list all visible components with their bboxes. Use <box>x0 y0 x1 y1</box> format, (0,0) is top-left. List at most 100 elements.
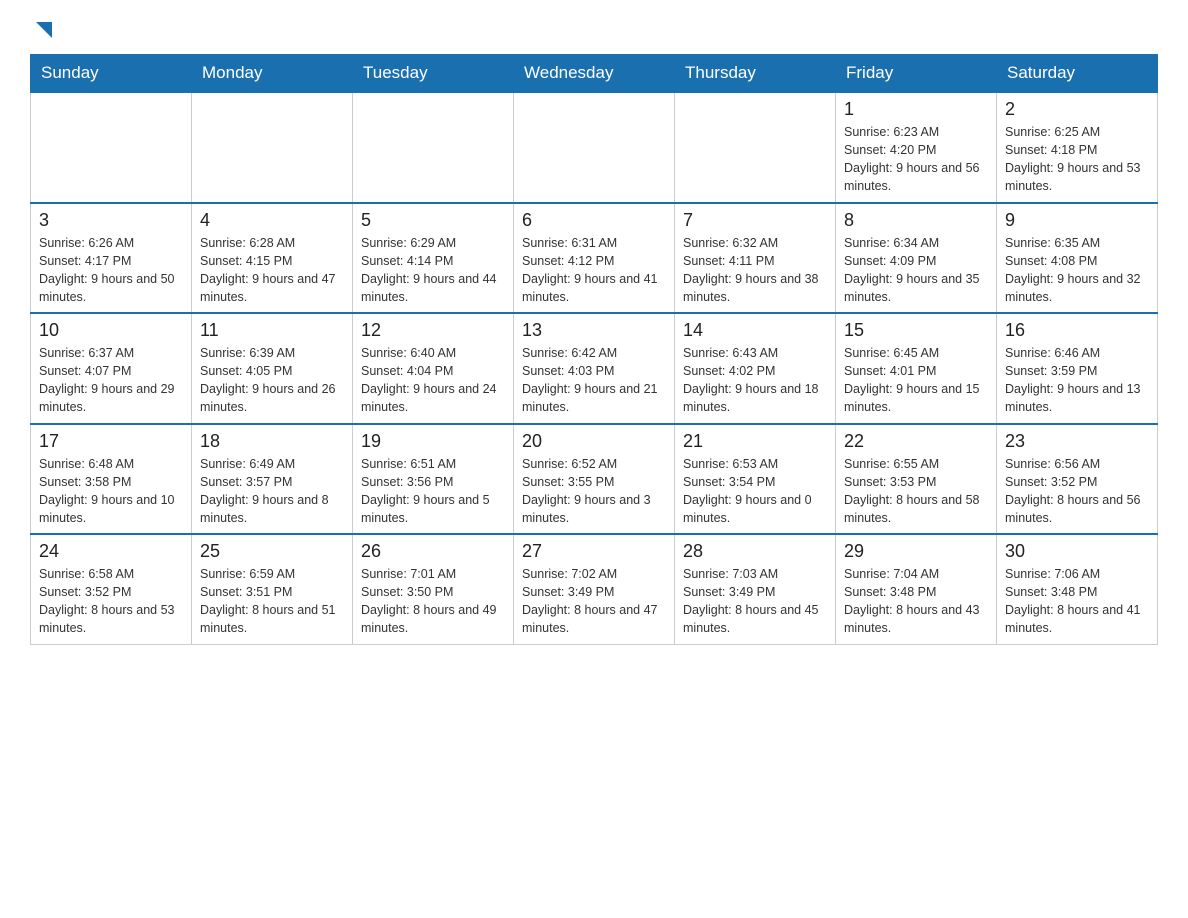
day-info: Sunrise: 6:29 AM Sunset: 4:14 PM Dayligh… <box>361 234 505 307</box>
calendar-day-cell: 19 Sunrise: 6:51 AM Sunset: 3:56 PM Dayli… <box>353 424 514 535</box>
day-info: Sunrise: 6:42 AM Sunset: 4:03 PM Dayligh… <box>522 344 666 417</box>
day-number: 13 <box>522 320 666 341</box>
logo-area <box>30 20 54 36</box>
calendar-day-cell: 13 Sunrise: 6:42 AM Sunset: 4:03 PM Dayli… <box>514 313 675 424</box>
day-number: 17 <box>39 431 183 452</box>
calendar-day-cell: 12Sunrise: 6:40 AM Sunset: 4:04 PM Dayli… <box>353 313 514 424</box>
day-number: 7 <box>683 210 827 231</box>
calendar-day-cell: 2 Sunrise: 6:25 AM Sunset: 4:18 PM Daylig… <box>997 92 1158 203</box>
header-saturday: Saturday <box>997 55 1158 93</box>
day-number: 9 <box>1005 210 1149 231</box>
day-number: 25 <box>200 541 344 562</box>
calendar-day-cell: 3 Sunrise: 6:26 AM Sunset: 4:17 PM Daylig… <box>31 203 192 314</box>
day-number: 2 <box>1005 99 1149 120</box>
calendar-day-cell: 11Sunrise: 6:39 AM Sunset: 4:05 PM Dayli… <box>192 313 353 424</box>
calendar-day-cell: 20Sunrise: 6:52 AM Sunset: 3:55 PM Dayli… <box>514 424 675 535</box>
day-number: 3 <box>39 210 183 231</box>
header-tuesday: Tuesday <box>353 55 514 93</box>
header-monday: Monday <box>192 55 353 93</box>
day-info: Sunrise: 6:43 AM Sunset: 4:02 PM Dayligh… <box>683 344 827 417</box>
calendar-day-cell: 6 Sunrise: 6:31 AM Sunset: 4:12 PM Daylig… <box>514 203 675 314</box>
calendar-day-cell: 7 Sunrise: 6:32 AM Sunset: 4:11 PM Daylig… <box>675 203 836 314</box>
calendar-header-row: Sunday Monday Tuesday Wednesday Thursday… <box>31 55 1158 93</box>
day-info: Sunrise: 6:58 AM Sunset: 3:52 PM Dayligh… <box>39 565 183 638</box>
day-number: 27 <box>522 541 666 562</box>
day-info: Sunrise: 6:23 AM Sunset: 4:20 PM Dayligh… <box>844 123 988 196</box>
day-number: 16 <box>1005 320 1149 341</box>
day-info: Sunrise: 6:48 AM Sunset: 3:58 PM Dayligh… <box>39 455 183 528</box>
day-info: Sunrise: 6:35 AM Sunset: 4:08 PM Dayligh… <box>1005 234 1149 307</box>
header-friday: Friday <box>836 55 997 93</box>
header-wednesday: Wednesday <box>514 55 675 93</box>
calendar-day-cell: 22Sunrise: 6:55 AM Sunset: 3:53 PM Dayli… <box>836 424 997 535</box>
calendar-day-cell: 1 Sunrise: 6:23 AM Sunset: 4:20 PM Daylig… <box>836 92 997 203</box>
day-number: 24 <box>39 541 183 562</box>
day-info: Sunrise: 6:37 AM Sunset: 4:07 PM Dayligh… <box>39 344 183 417</box>
day-info: Sunrise: 6:39 AM Sunset: 4:05 PM Dayligh… <box>200 344 344 417</box>
day-info: Sunrise: 6:56 AM Sunset: 3:52 PM Dayligh… <box>1005 455 1149 528</box>
day-number: 4 <box>200 210 344 231</box>
day-number: 30 <box>1005 541 1149 562</box>
day-info: Sunrise: 6:52 AM Sunset: 3:55 PM Dayligh… <box>522 455 666 528</box>
calendar-week-row: 1 Sunrise: 6:23 AM Sunset: 4:20 PM Daylig… <box>31 92 1158 203</box>
calendar-week-row: 3 Sunrise: 6:26 AM Sunset: 4:17 PM Daylig… <box>31 203 1158 314</box>
day-number: 26 <box>361 541 505 562</box>
calendar-day-cell: 30 Sunrise: 7:06 AM Sunset: 3:48 PM Dayli… <box>997 534 1158 644</box>
day-number: 18 <box>200 431 344 452</box>
calendar-day-cell: 15 Sunrise: 6:45 AM Sunset: 4:01 PM Dayli… <box>836 313 997 424</box>
day-info: Sunrise: 6:34 AM Sunset: 4:09 PM Dayligh… <box>844 234 988 307</box>
calendar-day-cell <box>514 92 675 203</box>
day-number: 19 <box>361 431 505 452</box>
day-info: Sunrise: 6:51 AM Sunset: 3:56 PM Dayligh… <box>361 455 505 528</box>
day-info: Sunrise: 6:59 AM Sunset: 3:51 PM Dayligh… <box>200 565 344 638</box>
day-info: Sunrise: 7:03 AM Sunset: 3:49 PM Dayligh… <box>683 565 827 638</box>
day-info: Sunrise: 6:55 AM Sunset: 3:53 PM Dayligh… <box>844 455 988 528</box>
day-number: 10 <box>39 320 183 341</box>
logo-triangle-icon <box>32 20 54 42</box>
calendar-day-cell: 4 Sunrise: 6:28 AM Sunset: 4:15 PM Daylig… <box>192 203 353 314</box>
calendar-day-cell <box>675 92 836 203</box>
day-number: 29 <box>844 541 988 562</box>
day-info: Sunrise: 7:02 AM Sunset: 3:49 PM Dayligh… <box>522 565 666 638</box>
day-number: 23 <box>1005 431 1149 452</box>
calendar-week-row: 24 Sunrise: 6:58 AM Sunset: 3:52 PM Dayli… <box>31 534 1158 644</box>
day-number: 5 <box>361 210 505 231</box>
day-info: Sunrise: 6:40 AM Sunset: 4:04 PM Dayligh… <box>361 344 505 417</box>
calendar-day-cell: 8Sunrise: 6:34 AM Sunset: 4:09 PM Daylig… <box>836 203 997 314</box>
header-sunday: Sunday <box>31 55 192 93</box>
day-info: Sunrise: 6:26 AM Sunset: 4:17 PM Dayligh… <box>39 234 183 307</box>
day-info: Sunrise: 7:04 AM Sunset: 3:48 PM Dayligh… <box>844 565 988 638</box>
calendar-week-row: 10 Sunrise: 6:37 AM Sunset: 4:07 PM Dayli… <box>31 313 1158 424</box>
day-info: Sunrise: 6:53 AM Sunset: 3:54 PM Dayligh… <box>683 455 827 528</box>
calendar-day-cell: 14 Sunrise: 6:43 AM Sunset: 4:02 PM Dayli… <box>675 313 836 424</box>
day-info: Sunrise: 6:32 AM Sunset: 4:11 PM Dayligh… <box>683 234 827 307</box>
calendar-day-cell: 25 Sunrise: 6:59 AM Sunset: 3:51 PM Dayli… <box>192 534 353 644</box>
day-info: Sunrise: 6:28 AM Sunset: 4:15 PM Dayligh… <box>200 234 344 307</box>
calendar-week-row: 17 Sunrise: 6:48 AM Sunset: 3:58 PM Dayli… <box>31 424 1158 535</box>
calendar-day-cell: 28 Sunrise: 7:03 AM Sunset: 3:49 PM Dayli… <box>675 534 836 644</box>
day-info: Sunrise: 7:06 AM Sunset: 3:48 PM Dayligh… <box>1005 565 1149 638</box>
calendar-day-cell: 10 Sunrise: 6:37 AM Sunset: 4:07 PM Dayli… <box>31 313 192 424</box>
day-number: 1 <box>844 99 988 120</box>
calendar-day-cell: 17 Sunrise: 6:48 AM Sunset: 3:58 PM Dayli… <box>31 424 192 535</box>
header-thursday: Thursday <box>675 55 836 93</box>
day-number: 14 <box>683 320 827 341</box>
calendar-day-cell: 26Sunrise: 7:01 AM Sunset: 3:50 PM Dayli… <box>353 534 514 644</box>
day-number: 6 <box>522 210 666 231</box>
day-number: 28 <box>683 541 827 562</box>
day-number: 21 <box>683 431 827 452</box>
day-info: Sunrise: 6:46 AM Sunset: 3:59 PM Dayligh… <box>1005 344 1149 417</box>
day-info: Sunrise: 6:31 AM Sunset: 4:12 PM Dayligh… <box>522 234 666 307</box>
day-number: 15 <box>844 320 988 341</box>
calendar-day-cell <box>192 92 353 203</box>
calendar-day-cell: 5 Sunrise: 6:29 AM Sunset: 4:14 PM Daylig… <box>353 203 514 314</box>
calendar-day-cell: 18Sunrise: 6:49 AM Sunset: 3:57 PM Dayli… <box>192 424 353 535</box>
page-header <box>30 20 1158 36</box>
calendar-day-cell: 21 Sunrise: 6:53 AM Sunset: 3:54 PM Dayli… <box>675 424 836 535</box>
day-info: Sunrise: 6:25 AM Sunset: 4:18 PM Dayligh… <box>1005 123 1149 196</box>
day-info: Sunrise: 6:45 AM Sunset: 4:01 PM Dayligh… <box>844 344 988 417</box>
calendar-table: Sunday Monday Tuesday Wednesday Thursday… <box>30 54 1158 645</box>
calendar-day-cell: 9 Sunrise: 6:35 AM Sunset: 4:08 PM Daylig… <box>997 203 1158 314</box>
calendar-day-cell: 16 Sunrise: 6:46 AM Sunset: 3:59 PM Dayli… <box>997 313 1158 424</box>
calendar-day-cell: 23 Sunrise: 6:56 AM Sunset: 3:52 PM Dayli… <box>997 424 1158 535</box>
